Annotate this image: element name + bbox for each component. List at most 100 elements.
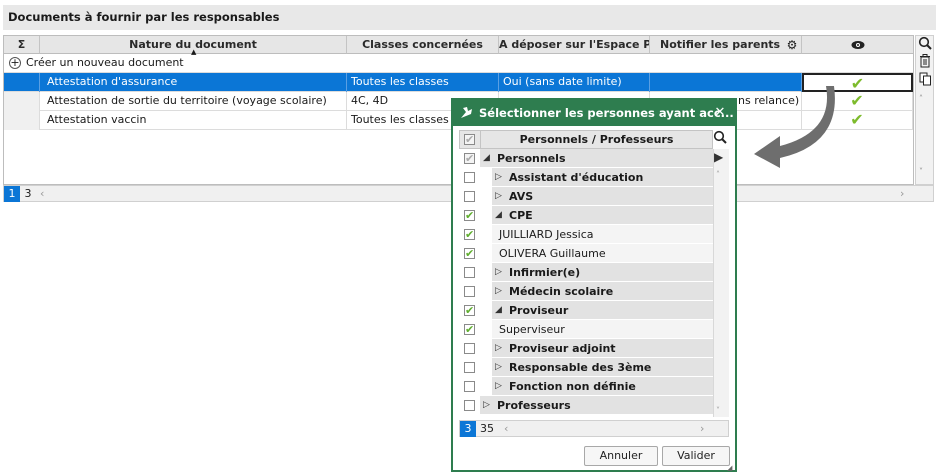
cell-nature[interactable]: Attestation de sortie du territoire (voy… — [40, 92, 347, 111]
tree-row-fonction[interactable]: ▷ Fonction non définie — [459, 377, 713, 396]
dialog-scroll-left-icon[interactable]: ‹ — [504, 421, 508, 436]
collapsed-triangle-icon[interactable]: ▷ — [495, 168, 502, 187]
cell-classes[interactable]: Toutes les classes — [347, 73, 499, 92]
select-all-checkbox[interactable]: ✔ — [464, 134, 475, 145]
tree-row-medecin[interactable]: ▷ Médecin scolaire — [459, 282, 713, 301]
tree-row-proviseur[interactable]: ✔ ◢ Proviseur — [459, 301, 713, 320]
cell-deposer[interactable]: Oui (sans date limite) — [499, 73, 650, 92]
tree-row-olivera[interactable]: ✔ OLIVERA Guillaume — [459, 244, 713, 263]
tree-row-professeurs[interactable]: ▷ Professeurs — [459, 396, 713, 415]
checkbox[interactable] — [464, 191, 475, 202]
trash-icon[interactable] — [916, 54, 934, 70]
create-document-row[interactable]: + Créer un nouveau document — [4, 54, 913, 73]
tree-row-superviseur[interactable]: ✔ Superviseur — [459, 320, 713, 339]
collapsed-triangle-icon[interactable]: ▷ — [495, 263, 502, 282]
expanded-triangle-icon[interactable]: ◢ — [495, 206, 502, 225]
tree-row-label: Assistant d'éducation — [509, 171, 644, 184]
dialog-scroll-right-icon[interactable]: › — [700, 421, 704, 436]
tree-row-proviseur-adjoint[interactable]: ▷ Proviseur adjoint — [459, 339, 713, 358]
collapsed-triangle-icon[interactable]: ▷ — [495, 282, 502, 301]
tree-row-label: Fonction non définie — [509, 380, 636, 393]
gear-icon[interactable]: ⚙ — [785, 37, 799, 53]
checkbox[interactable]: ✔ — [464, 153, 475, 164]
checkbox[interactable]: ✔ — [464, 229, 475, 240]
tree-row-label: CPE — [509, 209, 533, 222]
tree-row-label: Superviseur — [499, 323, 565, 336]
checkbox[interactable] — [464, 343, 475, 354]
tree-row-infirmier[interactable]: ▷ Infirmier(e) — [459, 263, 713, 282]
dialog-list-header: ✔ Personnels / Professeurs — [459, 130, 713, 149]
tree-row-label: JUILLIARD Jessica — [499, 228, 594, 241]
checkbox[interactable] — [464, 267, 475, 278]
tree-row-avs[interactable]: ▷ AVS — [459, 187, 713, 206]
add-icon[interactable]: + — [9, 57, 21, 69]
cell-nature[interactable]: Attestation d'assurance — [40, 73, 347, 92]
scroll-up-icon[interactable]: ˄ — [919, 94, 923, 103]
checkbox[interactable]: ✔ — [464, 210, 475, 221]
checkbox[interactable]: ✔ — [464, 248, 475, 259]
tree-row-assistant[interactable]: ▷ Assistant d'éducation — [459, 168, 713, 187]
collapsed-triangle-icon[interactable]: ▷ — [495, 187, 502, 206]
scroll-right-icon[interactable]: › — [900, 186, 904, 201]
dialog-search-icon[interactable] — [713, 130, 729, 146]
validate-button[interactable]: Valider — [662, 446, 730, 466]
column-header-deposer[interactable]: A déposer sur l'Espace P... — [499, 36, 650, 54]
tree-row-label: Professeurs — [497, 399, 571, 412]
select-persons-dialog: Sélectionner les personnes ayant acc... … — [451, 98, 737, 472]
close-icon[interactable]: ✕ — [709, 100, 731, 126]
dialog-pager-current: 3 — [460, 421, 476, 437]
dialog-pager-total: 35 — [480, 422, 494, 435]
dialog-scroll-down-icon[interactable]: ˅ — [716, 406, 720, 415]
column-header-notifier[interactable]: Notifier les parents — [650, 36, 802, 54]
row-selector[interactable] — [4, 73, 40, 92]
checkbox[interactable] — [464, 362, 475, 373]
dialog-vertical-scrollbar[interactable] — [713, 149, 729, 417]
expand-arrow-icon[interactable]: ▶ — [714, 150, 723, 164]
tree-row-responsable[interactable]: ▷ Responsable des 3ème — [459, 358, 713, 377]
header-check-cell[interactable]: ✔ — [460, 131, 481, 148]
panel-title: Documents à fournir par les responsables — [3, 5, 936, 30]
tree-row-label: AVS — [509, 190, 534, 203]
cancel-button[interactable]: Annuler — [584, 446, 658, 466]
checkbox[interactable]: ✔ — [464, 324, 475, 335]
sigma-column-header[interactable]: Σ — [4, 36, 40, 54]
app-logo-icon — [460, 106, 473, 122]
tree-row-label: Proviseur — [509, 304, 569, 317]
column-header-personnels[interactable]: Personnels / Professeurs — [481, 131, 712, 148]
tree-row-label: Infirmier(e) — [509, 266, 581, 279]
tree-row-personnels[interactable]: ✔ ◢ Personnels — [459, 149, 713, 168]
row-selector[interactable] — [4, 111, 40, 130]
tree-row-cpe[interactable]: ✔ ◢ CPE — [459, 206, 713, 225]
duplicate-icon[interactable] — [916, 72, 934, 88]
eye-icon — [851, 41, 864, 49]
tree-row-juilliard[interactable]: ✔ JUILLIARD Jessica — [459, 225, 713, 244]
column-header-visibility[interactable] — [802, 36, 913, 54]
tree-row-label: Personnels — [497, 152, 566, 165]
tree-row-label: Proviseur adjoint — [509, 342, 616, 355]
expanded-triangle-icon[interactable]: ◢ — [483, 149, 490, 168]
collapsed-triangle-icon[interactable]: ▷ — [495, 358, 502, 377]
collapsed-triangle-icon[interactable]: ▷ — [495, 377, 502, 396]
cell-nature[interactable]: Attestation vaccin — [40, 111, 347, 130]
pager-total: 3 — [24, 187, 32, 200]
row-selector[interactable] — [4, 92, 40, 111]
search-icon[interactable] — [916, 36, 934, 52]
checkbox[interactable] — [464, 400, 475, 411]
checkbox[interactable]: ✔ — [464, 305, 475, 316]
collapsed-triangle-icon[interactable]: ▷ — [483, 396, 490, 415]
checkbox[interactable] — [464, 286, 475, 297]
column-header-classes[interactable]: Classes concernées — [347, 36, 499, 54]
curved-arrow-icon — [754, 86, 835, 168]
checkbox[interactable] — [464, 172, 475, 183]
tree-row-label: Médecin scolaire — [509, 285, 614, 298]
expanded-triangle-icon[interactable]: ◢ — [495, 301, 502, 320]
tree-row-label: OLIVERA Guillaume — [499, 247, 606, 260]
scroll-left-icon[interactable]: ‹ — [40, 186, 44, 201]
create-document-label[interactable]: Créer un nouveau document — [26, 54, 184, 73]
collapsed-triangle-icon[interactable]: ▷ — [495, 339, 502, 358]
checkbox[interactable] — [464, 381, 475, 392]
resize-grip-icon[interactable]: ◢ — [727, 464, 732, 472]
scroll-down-icon[interactable]: ˅ — [919, 167, 923, 176]
dialog-scroll-up-icon[interactable]: ˄ — [716, 170, 720, 179]
pager-current: 1 — [4, 186, 20, 202]
